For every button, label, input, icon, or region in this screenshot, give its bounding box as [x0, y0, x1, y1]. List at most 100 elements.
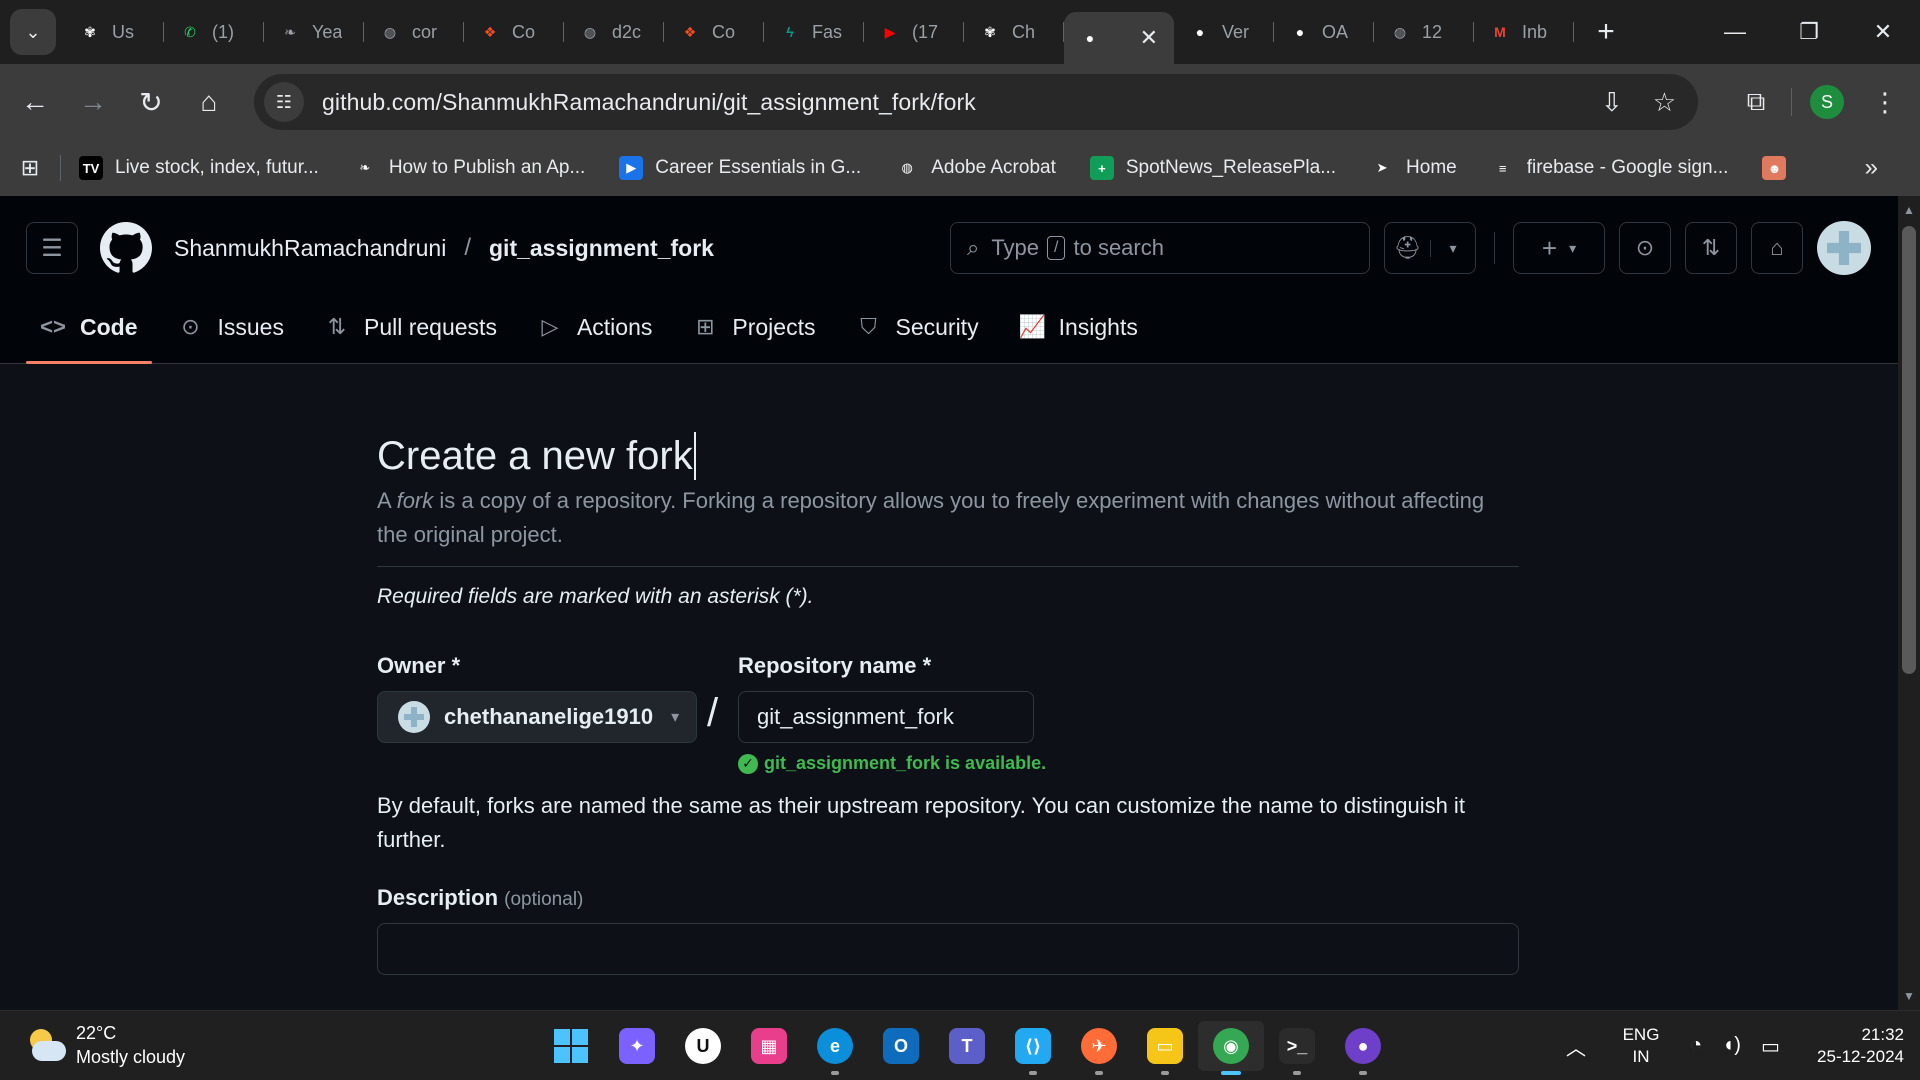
close-tab-icon[interactable]: ✕: [1140, 25, 1158, 51]
language-indicator[interactable]: ENG IN: [1602, 1024, 1680, 1068]
bookmark-item[interactable]: ▶ Career Essentials in G...: [619, 156, 861, 180]
description-input[interactable]: [377, 923, 1519, 975]
language-code: ENG: [1622, 1025, 1660, 1044]
owner-select[interactable]: chethananelige1910 ▾: [377, 691, 697, 743]
browser-tab[interactable]: ◍ cor: [364, 8, 464, 56]
taskbar-start[interactable]: [538, 1021, 604, 1071]
breadcrumb-repo[interactable]: git_assignment_fork: [489, 235, 714, 262]
scroll-up-icon[interactable]: ▲: [1898, 200, 1920, 220]
hamburger-menu-icon[interactable]: ☰: [26, 222, 78, 274]
browser-tab[interactable]: M Inb: [1474, 8, 1574, 56]
browser-tab[interactable]: ✾ Us: [64, 8, 164, 56]
breadcrumb-owner[interactable]: ShanmukhRamachandruni: [174, 235, 446, 262]
reload-button[interactable]: ↻: [122, 73, 180, 131]
close-icon[interactable]: ✕: [1846, 0, 1920, 64]
site-info-icon[interactable]: ☷: [264, 82, 304, 122]
taskbar-edge[interactable]: e: [802, 1021, 868, 1075]
teams-icon: T: [949, 1028, 985, 1064]
url-text[interactable]: github.com/ShanmukhRamachandruni/git_ass…: [322, 89, 976, 116]
repo-tab-insights[interactable]: 📈 Insights: [1005, 302, 1152, 364]
browser-tab[interactable]: ✾ Ch: [964, 8, 1064, 56]
browser-tab[interactable]: ✆ (1): [164, 8, 264, 56]
feather-icon: ❧: [284, 23, 296, 40]
minimize-icon[interactable]: —: [1698, 0, 1772, 64]
browser-tab[interactable]: ϟ Fas: [764, 8, 864, 56]
repo-tab-code[interactable]: <> Code: [26, 302, 152, 364]
weather-widget[interactable]: 22°C Mostly cloudy: [26, 1021, 185, 1069]
forward-button[interactable]: →: [64, 73, 122, 131]
taskbar-outlook[interactable]: O: [868, 1021, 934, 1071]
breadcrumb-separator: /: [464, 234, 471, 261]
wifi-icon[interactable]: ◔: [1690, 1034, 1702, 1059]
user-avatar[interactable]: [1817, 221, 1871, 275]
menu-kebab-icon[interactable]: ⋮: [1856, 87, 1914, 118]
home-button[interactable]: ⌂: [180, 73, 238, 131]
copilot-button[interactable]: ⛑ ▾: [1384, 222, 1476, 274]
taskbar-u-app[interactable]: U: [670, 1021, 736, 1071]
browser-tab[interactable]: ◍ d2c: [564, 8, 664, 56]
restore-icon[interactable]: ❐: [1772, 0, 1846, 64]
taskbar-copilot[interactable]: ✦: [604, 1021, 670, 1071]
browser-tab[interactable]: ● ✕: [1064, 12, 1174, 64]
profile-button[interactable]: S: [1798, 85, 1856, 119]
bookmark-item[interactable]: ❧ How to Publish an Ap...: [352, 156, 585, 180]
bookmark-star-icon[interactable]: ☆: [1653, 87, 1676, 118]
create-new-button[interactable]: + ▾: [1513, 222, 1605, 274]
pull-requests-button[interactable]: ⇅: [1685, 222, 1737, 274]
page-scrollbar[interactable]: ▲ ▼: [1898, 196, 1920, 1010]
taskbar-vscode[interactable]: ⟨⟩: [1000, 1021, 1066, 1075]
address-bar[interactable]: ☷ github.com/ShanmukhRamachandruni/git_a…: [254, 74, 1698, 130]
browser-tab[interactable]: ● Ver: [1174, 8, 1274, 56]
repo-name-input[interactable]: [738, 691, 1034, 743]
scroll-down-icon[interactable]: ▼: [1898, 986, 1920, 1006]
browser-tab[interactable]: ❖ Co: [664, 8, 764, 56]
issues-button[interactable]: ⊙: [1619, 222, 1671, 274]
browser-tab[interactable]: ● OA: [1274, 8, 1374, 56]
bookmark-item[interactable]: + SpotNews_ReleasePla...: [1089, 156, 1336, 180]
inbox-button[interactable]: ⌂: [1751, 222, 1803, 274]
bookmark-item[interactable]: ≡ firebase - Google sign...: [1490, 156, 1728, 180]
taskbar-terminal[interactable]: >_: [1264, 1021, 1330, 1075]
volume-icon[interactable]: ◖): [1722, 1034, 1741, 1059]
github-logo-icon[interactable]: [100, 222, 152, 274]
header-divider: [1494, 232, 1495, 264]
battery-icon[interactable]: ▭: [1761, 1034, 1780, 1059]
bookmark-item[interactable]: TV Live stock, index, futur...: [79, 156, 319, 180]
repo-tab-issues[interactable]: ⊙ Issues: [164, 302, 298, 364]
install-app-icon[interactable]: ⇩: [1601, 87, 1623, 118]
taskbar-calendar-app[interactable]: ▦: [736, 1021, 802, 1071]
repo-tab-label: Pull requests: [363, 314, 497, 340]
taskbar-chrome[interactable]: ◉: [1198, 1021, 1264, 1075]
browser-tab[interactable]: ◍ 12: [1374, 8, 1474, 56]
bookmark-item[interactable]: ☻: [1762, 156, 1798, 180]
repo-tab-projects[interactable]: ⊞ Projects: [678, 302, 829, 364]
browser-toolbar: ← → ↻ ⌂ ☷ github.com/ShanmukhRamachandru…: [0, 64, 1920, 140]
apps-grid-icon[interactable]: ⊞: [0, 155, 60, 181]
tab-title: Ver: [1222, 21, 1250, 42]
tab-title: d2c: [612, 21, 642, 42]
extensions-icon[interactable]: ⧉: [1727, 86, 1785, 118]
browser-tab[interactable]: ❧ Yea: [264, 8, 364, 56]
taskbar-postman[interactable]: ✈: [1066, 1021, 1132, 1075]
bookmark-item[interactable]: ➤ Home: [1370, 156, 1457, 180]
scroll-thumb[interactable]: [1902, 226, 1916, 674]
clock-date: 25-12-2024: [1817, 1047, 1904, 1066]
partly-cloudy-icon: [26, 1025, 66, 1065]
more-bookmarks-icon[interactable]: »: [1865, 154, 1878, 182]
github-search-input[interactable]: ⌕ Type / to search: [950, 222, 1370, 274]
chevron-up-icon[interactable]: ︿: [1550, 1032, 1602, 1061]
tab-search-button[interactable]: ⌄: [10, 9, 56, 55]
new-tab-button[interactable]: +: [1586, 12, 1626, 52]
repo-name-field: Repository name * ✓ git_assignment_fork …: [738, 653, 1046, 774]
repo-tab-pull-requests[interactable]: ⇅ Pull requests: [310, 302, 511, 364]
browser-tab[interactable]: ❖ Co: [464, 8, 564, 56]
repo-tab-security[interactable]: ⛉ Security: [841, 302, 992, 364]
back-button[interactable]: ←: [6, 73, 64, 131]
browser-tab[interactable]: ▶ (17: [864, 8, 964, 56]
taskbar-github-desktop[interactable]: ●: [1330, 1021, 1396, 1075]
taskbar-teams[interactable]: T: [934, 1021, 1000, 1071]
taskbar-file-explorer[interactable]: ▭: [1132, 1021, 1198, 1075]
clock[interactable]: 21:32 25-12-2024: [1790, 1024, 1920, 1068]
bookmark-item[interactable]: ◍ Adobe Acrobat: [895, 156, 1056, 180]
repo-tab-actions[interactable]: ▷ Actions: [523, 302, 666, 364]
